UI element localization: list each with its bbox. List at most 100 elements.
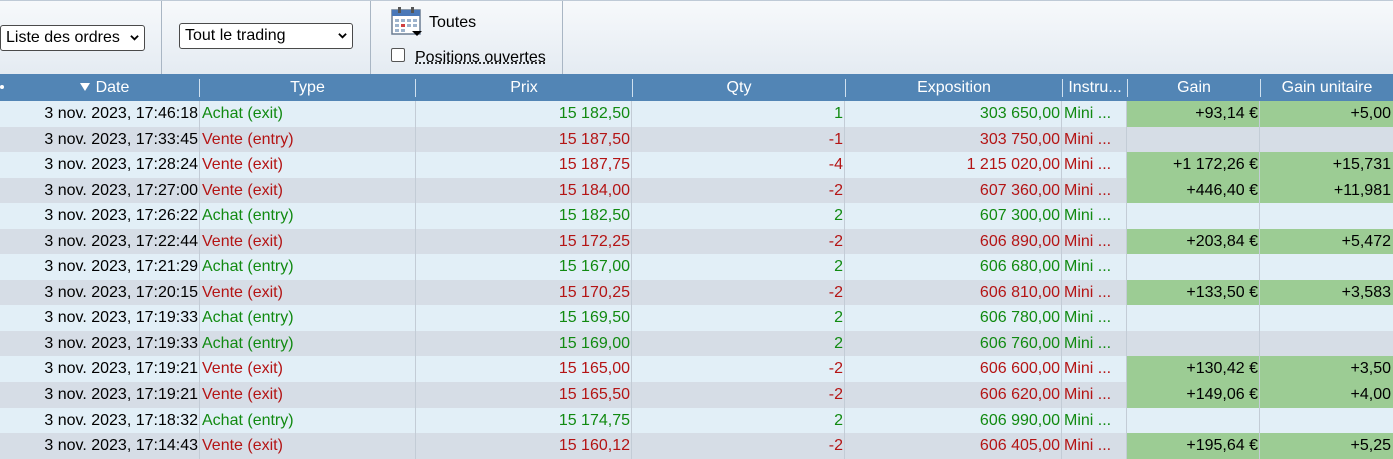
cell-qty: -2 [828, 437, 843, 455]
cell-gain [1127, 305, 1260, 331]
table-row[interactable]: 3 nov. 2023, 17:18:32 Achat (entry) 15 1… [0, 407, 1393, 434]
cell-date: 3 nov. 2023, 17:19:33 [44, 334, 198, 352]
cell-gain: +195,64 € [1127, 433, 1260, 459]
cell-prix: 15 182,50 [558, 105, 630, 122]
cell-qty: 2 [834, 258, 843, 276]
cell-gain [1127, 331, 1260, 357]
cell-type: Vente (exit) [202, 232, 283, 250]
cell-gain-unitaire [1260, 331, 1393, 357]
column-header-gain-unitaire[interactable]: Gain unitaire [1261, 74, 1393, 101]
column-header-date[interactable]: Date [10, 74, 199, 101]
chevron-down-icon [130, 35, 139, 41]
period-label[interactable]: Toutes [429, 14, 476, 32]
cell-gain: +130,42 € [1127, 356, 1260, 383]
trading-filter-select[interactable]: Tout le trading [179, 23, 353, 49]
cell-qty: 2 [834, 207, 843, 225]
table-row[interactable]: 3 nov. 2023, 17:19:21 Vente (exit) 15 16… [0, 356, 1393, 383]
cell-exposition: 606 990,00 [979, 411, 1060, 429]
table-row[interactable]: 3 nov. 2023, 17:33:45 Vente (entry) 15 1… [0, 126, 1393, 153]
toolbar-divider [562, 1, 563, 75]
toolbar-divider [370, 1, 371, 75]
cell-exposition: 303 650,00 [979, 105, 1060, 122]
column-header-type[interactable]: Type [200, 74, 415, 101]
table-row[interactable]: 3 nov. 2023, 17:14:43 Vente (exit) 15 16… [0, 433, 1393, 459]
column-header-instrument[interactable]: Instru... [1063, 74, 1127, 101]
cell-exposition: 606 760,00 [979, 334, 1060, 352]
cell-qty: -2 [828, 232, 843, 250]
cell-qty: -2 [828, 181, 843, 199]
cell-prix: 15 169,00 [558, 334, 630, 352]
cell-instrument: Mini ... [1064, 156, 1112, 174]
cell-qty: 2 [834, 411, 843, 429]
toolbar-divider [161, 1, 162, 75]
cell-type: Vente (entry) [202, 130, 294, 148]
cell-exposition: 606 810,00 [979, 283, 1060, 301]
table-row[interactable]: 3 nov. 2023, 17:28:24 Vente (exit) 15 18… [0, 152, 1393, 178]
trading-filter-select-value: Tout le trading [185, 27, 286, 44]
cell-instrument: Mini ... [1064, 437, 1112, 455]
table-row[interactable]: 3 nov. 2023, 17:26:22 Achat (entry) 15 1… [0, 203, 1393, 229]
cell-gain [1127, 203, 1260, 229]
column-header-date-label: Date [95, 79, 130, 96]
table-row[interactable]: 3 nov. 2023, 17:19:33 Achat (entry) 15 1… [0, 330, 1393, 357]
column-header-exposition[interactable]: Exposition [846, 74, 1062, 101]
cell-qty: -2 [828, 386, 843, 404]
cell-type: Achat (entry) [202, 258, 294, 276]
cell-gain-unitaire: +3,50 [1260, 356, 1393, 383]
cell-gain-unitaire [1260, 305, 1393, 331]
cell-instrument: Mini ... [1064, 207, 1112, 225]
open-positions-checkbox[interactable] [391, 48, 405, 62]
cell-gain-unitaire [1260, 127, 1393, 153]
table-row[interactable]: 3 nov. 2023, 17:46:18 Achat (exit) 15 18… [0, 101, 1393, 127]
cell-date: 3 nov. 2023, 17:33:45 [44, 130, 198, 148]
order-list-select[interactable]: Liste des ordres [0, 25, 145, 51]
cell-date: 3 nov. 2023, 17:19:33 [44, 309, 198, 327]
cell-qty: 2 [834, 309, 843, 327]
cell-gain [1127, 408, 1260, 434]
cell-date: 3 nov. 2023, 17:21:29 [44, 258, 198, 276]
cell-gain-unitaire: +15,731 [1260, 152, 1393, 178]
cell-gain-unitaire [1260, 254, 1393, 280]
cell-type: Achat (exit) [202, 105, 283, 122]
cell-gain [1127, 254, 1260, 280]
cell-type: Vente (exit) [202, 283, 283, 301]
cell-instrument: Mini ... [1064, 258, 1112, 276]
cell-gain-unitaire: +5,00 [1260, 101, 1393, 127]
cell-gain: +149,06 € [1127, 382, 1260, 408]
cell-gain-unitaire: +4,00 [1260, 382, 1393, 408]
cell-type: Vente (exit) [202, 156, 283, 174]
cell-type: Achat (entry) [202, 309, 294, 327]
cell-type: Achat (entry) [202, 411, 294, 429]
cell-date: 3 nov. 2023, 17:19:21 [44, 386, 198, 404]
cell-instrument: Mini ... [1064, 232, 1112, 250]
table-row[interactable]: 3 nov. 2023, 17:21:29 Achat (entry) 15 1… [0, 254, 1393, 280]
cell-exposition: 606 600,00 [979, 360, 1060, 378]
cell-prix: 15 182,50 [558, 207, 630, 225]
cell-gain-unitaire: +3,583 [1260, 279, 1393, 306]
resize-grip-icon [0, 85, 4, 89]
cell-prix: 15 165,00 [558, 360, 630, 378]
column-resize-handle[interactable] [0, 74, 10, 101]
cell-instrument: Mini ... [1064, 105, 1112, 122]
cell-instrument: Mini ... [1064, 334, 1112, 352]
cell-prix: 15 184,00 [558, 181, 630, 199]
toolbar: Liste des ordres Tout le trading Toutes … [0, 0, 1393, 75]
table-row[interactable]: 3 nov. 2023, 17:19:21 Vente (exit) 15 16… [0, 382, 1393, 408]
cell-gain: +446,40 € [1127, 177, 1260, 204]
column-header-prix[interactable]: Prix [416, 74, 632, 101]
cell-instrument: Mini ... [1064, 386, 1112, 404]
table-row[interactable]: 3 nov. 2023, 17:20:15 Vente (exit) 15 17… [0, 279, 1393, 306]
table-row[interactable]: 3 nov. 2023, 17:27:00 Vente (exit) 15 18… [0, 177, 1393, 204]
column-header-gain[interactable]: Gain [1128, 74, 1260, 101]
calendar-icon[interactable] [391, 7, 423, 37]
cell-instrument: Mini ... [1064, 411, 1112, 429]
cell-gain-unitaire [1260, 203, 1393, 229]
cell-exposition: 607 300,00 [979, 207, 1060, 225]
cell-instrument: Mini ... [1064, 283, 1112, 301]
table-row[interactable]: 3 nov. 2023, 17:19:33 Achat (entry) 15 1… [0, 305, 1393, 331]
cell-type: Vente (exit) [202, 386, 283, 404]
table-row[interactable]: 3 nov. 2023, 17:22:44 Vente (exit) 15 17… [0, 228, 1393, 255]
column-header-qty[interactable]: Qty [633, 74, 845, 101]
open-positions-label[interactable]: Positions ouvertes [415, 49, 546, 67]
cell-gain-unitaire: +5,472 [1260, 228, 1393, 255]
